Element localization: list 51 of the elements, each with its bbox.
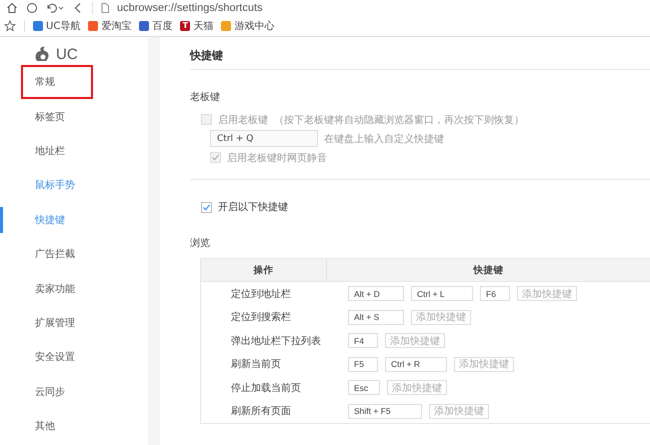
page-title: 快捷键: [190, 41, 650, 70]
refresh-icon[interactable]: [26, 2, 38, 14]
shortcut-key-field[interactable]: F6: [480, 286, 510, 302]
hint-text: （按下老板键将自动隐藏浏览器窗口，再次按下则恢复）: [274, 114, 524, 126]
action-label: 刷新所有页面: [230, 404, 292, 418]
shortcut-key-field[interactable]: Esc: [348, 380, 380, 396]
nav-item[interactable]: 卖家功能: [0, 271, 148, 306]
shortcut-key-field[interactable]: Ctrl + R: [385, 356, 447, 372]
checkbox-label: 开启以下快捷键: [218, 200, 288, 214]
star-icon[interactable]: [4, 20, 16, 32]
nav-item[interactable]: 常规: [0, 65, 148, 100]
shortcut-key-field[interactable]: Alt + S: [348, 310, 404, 325]
action-label: 停止加载当前页: [230, 382, 302, 395]
checkbox[interactable]: [201, 202, 212, 212]
bookmark-link[interactable]: UC导航: [33, 19, 80, 33]
shortcut-key-field[interactable]: Alt + D: [348, 286, 404, 302]
bookmark-link[interactable]: T 天猫: [180, 19, 214, 33]
home-icon[interactable]: [6, 2, 18, 14]
page-icon: [101, 3, 109, 13]
nav-item[interactable]: 云同步: [0, 374, 148, 409]
action-label: 定位到搜索栏: [230, 310, 292, 324]
shortcut-key-field[interactable]: Shift + F5: [348, 404, 422, 419]
undo-dropdown-icon[interactable]: [46, 2, 64, 14]
action-label: 弹出地址栏下拉列表: [230, 334, 322, 348]
action-label: 定位到地址栏: [230, 288, 292, 301]
nav-item[interactable]: 扩展管理: [0, 306, 148, 340]
shortcut-input-field[interactable]: Ctrl + Q: [210, 130, 318, 147]
checkbox-label: 启用老板键: [218, 114, 268, 126]
nav-item[interactable]: 广告拦截: [0, 236, 148, 272]
bookmark-icon: T: [180, 21, 190, 31]
bookmark-link[interactable]: 游戏中心: [221, 19, 274, 33]
logo-text: UC: [56, 46, 78, 62]
checkbox-label: 启用老板键时网页静音: [227, 152, 327, 164]
shortcut-key-field[interactable]: F4: [348, 333, 378, 348]
shortcut-key-field[interactable]: F5: [348, 356, 378, 372]
shortcut-key-field[interactable]: Ctrl + L: [411, 286, 473, 302]
hint-text: 在键盘上输入自定义快捷键: [324, 132, 444, 146]
nav-item[interactable]: 标签页: [0, 99, 148, 134]
nav-item[interactable]: 快捷键: [0, 202, 148, 237]
column-header: 快捷键: [472, 264, 504, 278]
section-heading: 浏览: [190, 236, 211, 250]
nav-item[interactable]: 安全设置: [0, 340, 148, 375]
column-header: 操作: [201, 259, 327, 281]
address-bar[interactable]: ucbrowser://settings/shortcuts: [117, 2, 263, 14]
nav-item[interactable]: 鼠标手势: [0, 168, 148, 203]
nav-item[interactable]: 其他: [0, 408, 148, 444]
section-heading: 老板键: [190, 90, 221, 104]
nav-item[interactable]: 地址栏: [0, 134, 148, 168]
bookmark-link[interactable]: 爱淘宝: [88, 19, 132, 33]
action-label: 刷新当前页: [230, 358, 282, 372]
bookmark-link[interactable]: 百度: [139, 19, 172, 33]
